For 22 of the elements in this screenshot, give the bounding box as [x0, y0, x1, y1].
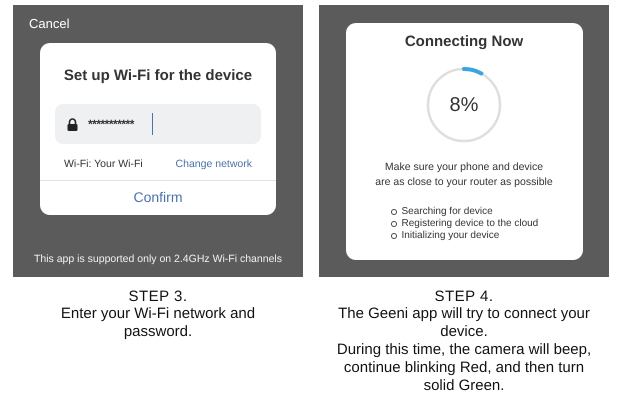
change-network-link[interactable]: Change network: [176, 158, 252, 170]
network-label: Wi-Fi: Your Wi-Fi: [64, 158, 143, 170]
lock-icon: [67, 118, 78, 130]
step-description: The Geeni app will try to connect your device.: [337, 305, 591, 341]
bullet-icon: [390, 209, 396, 215]
footer-note: This app is supported only on 2.4GHz Wi-Fi channels: [34, 253, 282, 265]
confirm-button[interactable]: Confirm: [40, 180, 276, 215]
dialog-title: Connecting Now: [404, 33, 524, 50]
progress-percent: 8%: [450, 94, 478, 116]
bullet-icon: [390, 221, 396, 227]
task-item: Initializing your device: [402, 230, 500, 242]
dialog-title: Set up Wi-Fi for the device: [64, 67, 252, 84]
task-item: Searching for device: [402, 206, 493, 218]
cancel-button[interactable]: Cancel: [29, 16, 70, 31]
password-field[interactable]: ***********: [55, 104, 261, 144]
task-item: Registering device to the cloud: [402, 218, 538, 230]
step-description: During this time, the camera will beep, continue blinking Red, and then turn solid Green.: [336, 341, 592, 395]
step-heading: STEP 3.: [128, 288, 188, 305]
hint-text: Make sure your phone and device are as close to your router as possible: [375, 160, 553, 190]
bullet-icon: [390, 233, 396, 239]
step-description: Enter your Wi-Fi network and password.: [60, 305, 256, 341]
step-heading: STEP 4.: [434, 288, 494, 305]
